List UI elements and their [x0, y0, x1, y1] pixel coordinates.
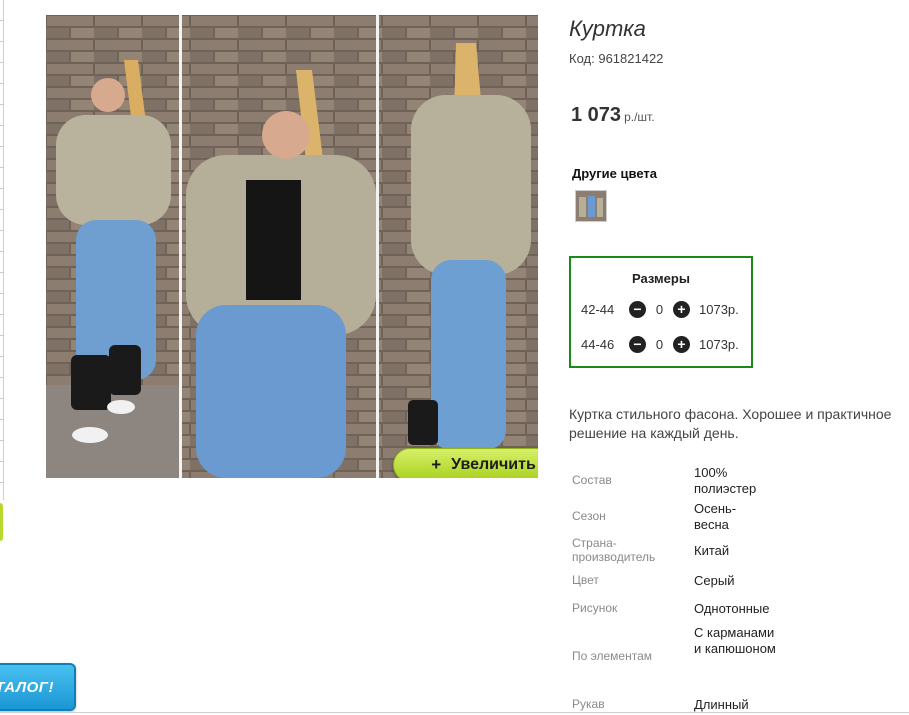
size-price: 1073р. [699, 336, 739, 352]
size-quantity[interactable]: 0 [646, 337, 673, 352]
other-colors-heading: Другие цвета [572, 166, 657, 181]
size-label: 42-44 [581, 301, 615, 317]
side-tab[interactable] [0, 503, 3, 541]
spec-label: Страна-производитель [572, 536, 656, 564]
plus-icon[interactable]: + [673, 335, 690, 353]
product-code-value: 961821422 [598, 51, 664, 66]
minus-icon[interactable]: − [629, 300, 646, 318]
bottom-divider [0, 712, 909, 713]
size-row: 42-44 − 0 + 1073р. [581, 299, 739, 319]
zoom-button[interactable]: + Увеличить [393, 448, 538, 478]
size-label: 44-46 [581, 336, 615, 352]
minus-icon[interactable]: − [629, 335, 646, 353]
product-description: Куртка стильного фасона. Хорошее и практ… [569, 406, 892, 441]
product-price: 1 073 р./шт. [571, 104, 655, 127]
price-value: 1 073 [571, 104, 622, 126]
size-price: 1073р. [699, 301, 739, 317]
spec-label: По элементам [572, 649, 653, 663]
spec-label: Цвет [572, 573, 599, 587]
product-photo[interactable]: + Увеличить [46, 15, 538, 478]
catalog-button[interactable]: ТАЛОГ! [0, 663, 76, 711]
left-ruler-ticks [0, 0, 3, 500]
spec-value: 100% полиэстер [694, 465, 757, 496]
color-variant-thumbnail[interactable] [575, 190, 607, 222]
spec-label: Состав [572, 473, 612, 487]
spec-value: Серый [694, 573, 735, 588]
product-code: Код: 961821422 [569, 51, 663, 66]
spec-label: Рисунок [572, 601, 618, 615]
plus-icon[interactable]: + [673, 300, 690, 318]
product-code-label: Код: [569, 51, 595, 66]
price-unit: р./шт. [624, 110, 655, 124]
spec-value: Длинный [694, 697, 749, 712]
color-variant-image [576, 191, 606, 221]
spec-value: Осень-весна [694, 501, 737, 532]
spec-label: Рукав [572, 697, 605, 711]
sizes-panel: Размеры 42-44 − 0 + 1073р. 44-46 − 0 + 1… [569, 256, 753, 368]
spec-value: Китай [694, 543, 730, 558]
product-photo-illustration [46, 15, 538, 478]
zoom-plus-icon: + [431, 455, 442, 474]
catalog-button-label: ТАЛОГ! [0, 678, 54, 696]
spec-label: Сезон [572, 509, 606, 523]
spec-value: Однотонные [694, 601, 770, 616]
product-title: Куртка [569, 16, 646, 41]
sizes-title: Размеры [632, 271, 690, 286]
size-quantity[interactable]: 0 [646, 302, 673, 317]
spec-value: С карманами и капюшоном [694, 625, 776, 656]
zoom-button-label: Увеличить [451, 456, 536, 473]
size-row: 44-46 − 0 + 1073р. [581, 334, 739, 354]
